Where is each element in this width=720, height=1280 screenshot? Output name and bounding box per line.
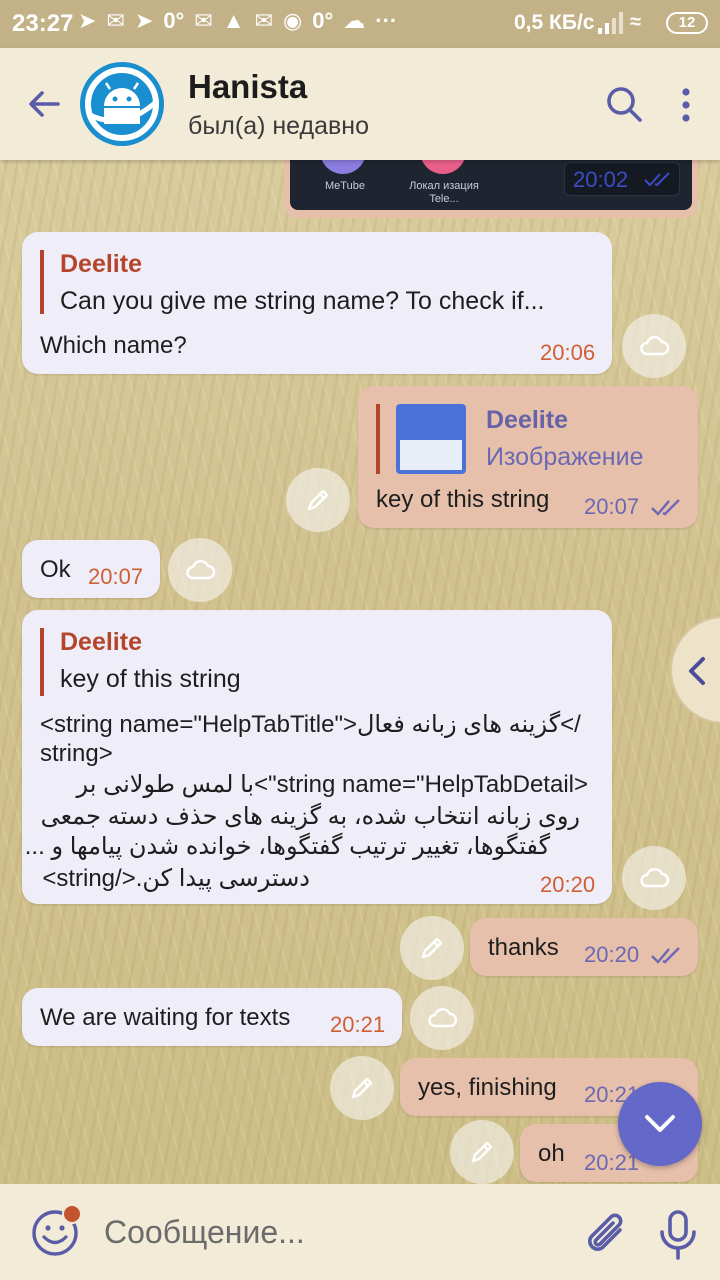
double-check-icon bbox=[651, 947, 680, 964]
chat-title[interactable]: Hanista bbox=[188, 68, 307, 106]
message-text: oh bbox=[538, 1140, 565, 1167]
mail-icon: ✉ bbox=[106, 8, 125, 33]
reply-quote[interactable]: Deelite key of this string bbox=[40, 628, 590, 696]
edit-button[interactable] bbox=[330, 1056, 394, 1120]
search-icon[interactable] bbox=[604, 84, 644, 124]
reply-sender: Deelite bbox=[60, 250, 142, 278]
pencil-icon bbox=[421, 937, 443, 959]
message-line: <string name="HelpTabDetail">با لمس طولا… bbox=[76, 771, 588, 798]
message-bubble-outgoing[interactable]: Deelite Изображение key of this string 2… bbox=[358, 386, 698, 528]
reply-sender: Deelite bbox=[60, 628, 142, 656]
gamepad-icon: ▲ bbox=[222, 8, 245, 33]
edit-button[interactable] bbox=[450, 1120, 514, 1184]
notification-dot bbox=[62, 1204, 82, 1224]
cloud-icon: ☁ bbox=[343, 8, 366, 33]
battery-icon: 12 bbox=[666, 12, 708, 34]
message-line: گفتگوها، تغییر ترتیب گفتگوها، خوانده شدن… bbox=[24, 833, 550, 860]
degree-icon: 0° bbox=[163, 8, 185, 33]
message-time: 20:21 bbox=[330, 1012, 386, 1037]
wifi-icon: ≈ bbox=[630, 11, 641, 33]
message-time: 20:02 bbox=[573, 167, 629, 192]
donut-icon: ◉ bbox=[283, 8, 303, 33]
more-dots-icon: ··· bbox=[375, 8, 398, 33]
double-check-icon bbox=[651, 499, 680, 516]
message-bubble-incoming[interactable]: Deelite Can you give me string name? To … bbox=[22, 232, 612, 374]
message-text: We are waiting for texts bbox=[40, 1004, 291, 1031]
message-time: 20:20 bbox=[540, 872, 596, 897]
scroll-to-bottom-button[interactable] bbox=[618, 1082, 702, 1166]
cloud-icon bbox=[640, 336, 670, 356]
reply-quote[interactable]: Deelite Can you give me string name? To … bbox=[40, 250, 590, 315]
last-seen-status: был(а) недавно bbox=[188, 112, 370, 140]
microphone-icon[interactable] bbox=[656, 1208, 700, 1262]
share-button[interactable] bbox=[168, 538, 232, 602]
telegram-icon: ➤ bbox=[78, 8, 97, 33]
pencil-icon bbox=[471, 1141, 493, 1163]
edit-button[interactable] bbox=[400, 916, 464, 980]
reply-thumbnail bbox=[396, 404, 466, 474]
image-label: MeTube bbox=[325, 180, 365, 192]
side-panel-toggle[interactable] bbox=[670, 616, 720, 724]
message-line: دسترسی پیدا کن.</string> bbox=[42, 865, 310, 892]
pencil-icon bbox=[351, 1077, 373, 1099]
message-text: yes, finishing bbox=[418, 1074, 557, 1101]
message-bubble-incoming[interactable]: Deelite key of this string <string name=… bbox=[22, 610, 612, 904]
status-icons: ➤ ✉ ➤ 0° ✉ ▲ ✉ ◉ 0° ☁ ··· bbox=[78, 8, 397, 34]
message-bubble-incoming[interactable]: We are waiting for texts 20:21 bbox=[22, 988, 402, 1046]
message-bubble-incoming[interactable]: Ok 20:07 bbox=[22, 540, 160, 598]
message-time: 20:20 bbox=[584, 942, 640, 967]
message-line: <string name="HelpTabTitle">گزینه های زب… bbox=[40, 711, 581, 738]
message-input[interactable]: Сообщение... bbox=[104, 1214, 305, 1251]
share-button[interactable] bbox=[622, 846, 686, 910]
message-text: Ok bbox=[40, 556, 71, 583]
message-text: Which name? bbox=[40, 332, 187, 359]
reply-text: Can you give me string name? To check if… bbox=[60, 287, 545, 315]
status-time: 23:27 bbox=[12, 10, 74, 37]
double-check-icon bbox=[644, 172, 670, 187]
edit-button[interactable] bbox=[286, 468, 350, 532]
reply-text: key of this string bbox=[60, 665, 241, 693]
status-bar: 23:27 ➤ ✉ ➤ 0° ✉ ▲ ✉ ◉ 0° ☁ ··· 0,5 КБ/с… bbox=[0, 0, 720, 48]
chat-header: Hanista был(а) недавно bbox=[0, 48, 720, 160]
back-arrow-icon[interactable] bbox=[24, 84, 64, 124]
message-line: string> bbox=[40, 740, 113, 767]
network-speed: 0,5 КБ/с bbox=[514, 11, 595, 34]
mail-muted-icon: ✉ bbox=[194, 8, 213, 33]
android-logo-icon bbox=[85, 67, 159, 141]
chevron-left-icon bbox=[689, 657, 705, 685]
image-time-box: 20:02 bbox=[564, 162, 680, 196]
paperclip-icon[interactable] bbox=[582, 1208, 630, 1260]
mail-muted-icon: ✉ bbox=[254, 8, 274, 33]
cloud-icon bbox=[640, 868, 670, 888]
message-bubble-outgoing[interactable]: thanks 20:20 bbox=[470, 918, 698, 976]
reply-quote[interactable]: Deelite Изображение bbox=[376, 404, 676, 474]
message-time: 20:07 bbox=[584, 494, 640, 519]
message-line: روی زبانه انتخاب شده، به گزینه های حذف د… bbox=[40, 803, 580, 830]
more-vertical-icon[interactable] bbox=[676, 86, 696, 126]
degree-icon: 0° bbox=[312, 8, 334, 33]
share-button[interactable] bbox=[410, 986, 474, 1050]
reply-sender: Deelite bbox=[486, 406, 568, 434]
reply-text: Изображение bbox=[486, 443, 644, 471]
message-input-bar: Сообщение... bbox=[0, 1184, 720, 1280]
message-text: thanks bbox=[488, 934, 559, 961]
image-label: Локал изация Tele... bbox=[409, 180, 479, 205]
signal-icon bbox=[598, 12, 623, 34]
message-time: 20:07 bbox=[88, 564, 144, 589]
pencil-icon bbox=[307, 489, 329, 511]
image-message[interactable]: MeTube Локал изация Tele... 20:02 bbox=[284, 150, 698, 218]
avatar[interactable] bbox=[80, 62, 164, 146]
message-time: 20:06 bbox=[540, 340, 596, 365]
cloud-icon bbox=[186, 560, 216, 580]
message-text: key of this string bbox=[376, 486, 550, 513]
chevron-down-icon bbox=[645, 1115, 675, 1132]
telegram-icon: ➤ bbox=[134, 8, 154, 33]
cloud-icon bbox=[428, 1008, 458, 1028]
share-button[interactable] bbox=[622, 314, 686, 378]
